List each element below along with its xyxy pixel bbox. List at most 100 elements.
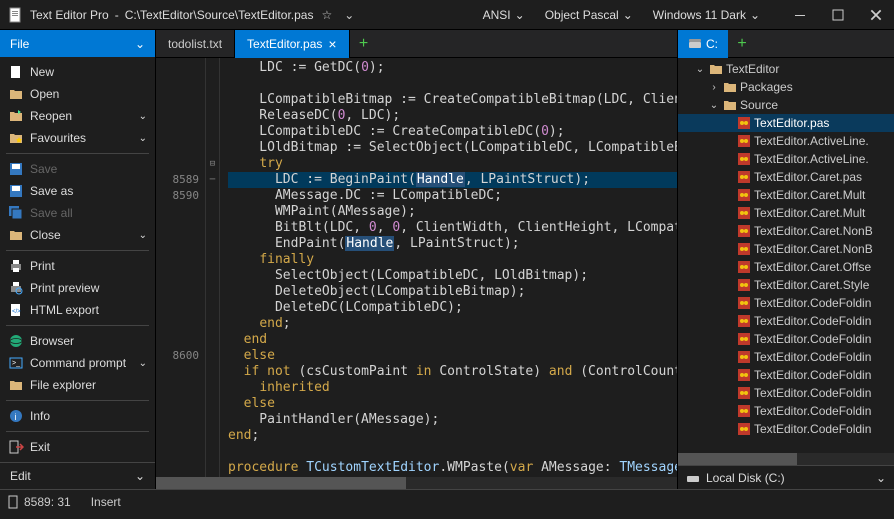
menu-item-browser[interactable]: Browser: [0, 330, 155, 352]
code-view[interactable]: 8589859086008610 ⊟─⊟─ LDC := GetDC(0); L…: [156, 58, 677, 477]
document-icon: [8, 495, 20, 509]
menu-item-close[interactable]: Close⌄: [0, 224, 155, 246]
svg-text:i: i: [15, 412, 17, 422]
menu-item-favourites[interactable]: Favourites⌄: [0, 127, 155, 149]
menu-item-save: Save: [0, 158, 155, 180]
drive-selector[interactable]: Local Disk (C:) ⌄: [678, 465, 894, 489]
exit-icon: [8, 439, 24, 455]
editor-tab[interactable]: TextEditor.pas×: [235, 30, 350, 58]
pas-file-icon: [736, 116, 752, 130]
status-mode[interactable]: Insert: [91, 495, 121, 509]
file-tree[interactable]: ⌄TextEditor›Packages⌄SourceTextEditor.pa…: [678, 58, 894, 453]
close-icon: [8, 227, 24, 243]
tree-expand-icon[interactable]: ⌄: [708, 100, 720, 111]
file-menu-header[interactable]: File ⌄: [0, 30, 155, 57]
chevron-down-icon: ⌄: [876, 471, 886, 485]
pas-file-icon: [736, 134, 752, 148]
chevron-down-icon: ⌄: [750, 8, 760, 22]
menu-item-open[interactable]: Open: [0, 83, 155, 105]
tree-file[interactable]: TextEditor.Caret.NonB: [678, 240, 894, 258]
menu-item-new[interactable]: New: [0, 61, 155, 83]
folder-icon: [722, 98, 738, 112]
pas-file-icon: [736, 206, 752, 220]
editor-tab[interactable]: todolist.txt: [156, 30, 235, 58]
favourites-icon: [8, 130, 24, 146]
tree-file[interactable]: TextEditor.Caret.pas: [678, 168, 894, 186]
encoding-combo[interactable]: ANSI⌄: [483, 8, 525, 22]
pas-file-icon: [736, 296, 752, 310]
menu-item-print[interactable]: Print: [0, 255, 155, 277]
tree-file[interactable]: TextEditor.CodeFoldin: [678, 420, 894, 438]
statusbar: 8589: 31 Insert: [0, 489, 894, 513]
menu-item-cmd[interactable]: >_Command prompt⌄: [0, 352, 155, 374]
tree-file[interactable]: TextEditor.Caret.Style: [678, 276, 894, 294]
add-tab-button[interactable]: +: [350, 35, 378, 53]
chevron-down-icon: ⌄: [139, 133, 147, 144]
tree-file[interactable]: TextEditor.ActiveLine.: [678, 132, 894, 150]
right-panel: C: + ⌄TextEditor›Packages⌄SourceTextEdit…: [677, 30, 894, 489]
tree-file[interactable]: TextEditor.CodeFoldin: [678, 366, 894, 384]
file-menu-label: File: [10, 37, 29, 51]
editor-area: todolist.txtTextEditor.pas× + 8589859086…: [156, 30, 677, 489]
tree-file[interactable]: TextEditor.pas: [678, 114, 894, 132]
pas-file-icon: [736, 314, 752, 328]
app-icon: [8, 7, 24, 23]
star-icon[interactable]: ☆: [321, 8, 332, 22]
tree-file[interactable]: TextEditor.CodeFoldin: [678, 348, 894, 366]
editor-hscrollbar[interactable]: [156, 477, 677, 489]
menu-item-reopen[interactable]: Reopen⌄: [0, 105, 155, 127]
tree-hscrollbar[interactable]: [678, 453, 894, 465]
menu-item-printpreview[interactable]: Print preview: [0, 277, 155, 299]
menu-item-explorer[interactable]: File explorer: [0, 374, 155, 396]
menu-item-info[interactable]: iInfo: [0, 405, 155, 427]
tree-folder[interactable]: ›Packages: [678, 78, 894, 96]
tree-file[interactable]: TextEditor.Caret.Offse: [678, 258, 894, 276]
theme-combo[interactable]: Windows 11 Dark⌄: [653, 8, 760, 22]
close-button[interactable]: [866, 5, 886, 25]
cmd-icon: >_: [8, 355, 24, 371]
close-tab-icon[interactable]: ×: [328, 36, 336, 52]
tree-expand-icon[interactable]: ⌄: [694, 64, 706, 75]
drive-tab[interactable]: C:: [678, 30, 728, 58]
tree-file[interactable]: TextEditor.Caret.Mult: [678, 204, 894, 222]
svg-text:>_: >_: [12, 360, 20, 367]
code-content[interactable]: LDC := GetDC(0); LCompatibleBitmap := Cr…: [220, 58, 677, 477]
fold-column[interactable]: ⊟─⊟─: [206, 58, 220, 477]
title-dropdown-icon[interactable]: ⌄: [344, 8, 354, 22]
tree-folder[interactable]: ⌄Source: [678, 96, 894, 114]
maximize-button[interactable]: [828, 5, 848, 25]
minimize-button[interactable]: [790, 5, 810, 25]
tree-file[interactable]: TextEditor.CodeFoldin: [678, 330, 894, 348]
title-sep: -: [115, 8, 119, 22]
add-drive-tab-button[interactable]: +: [728, 35, 756, 53]
pas-file-icon: [736, 404, 752, 418]
menu-item-htmlexport[interactable]: </>HTML export: [0, 299, 155, 321]
tree-file[interactable]: TextEditor.CodeFoldin: [678, 312, 894, 330]
tree-file[interactable]: TextEditor.ActiveLine.: [678, 150, 894, 168]
drive-footer-label: Local Disk (C:): [706, 471, 785, 485]
file-path: C:\TextEditor\Source\TextEditor.pas: [125, 8, 314, 22]
language-combo[interactable]: Object Pascal⌄: [545, 8, 633, 22]
editor-tabbar: todolist.txtTextEditor.pas× +: [156, 30, 677, 58]
htmlexport-icon: </>: [8, 302, 24, 318]
pas-file-icon: [736, 242, 752, 256]
file-menu-list: NewOpenReopen⌄Favourites⌄SaveSave asSave…: [0, 57, 155, 462]
tree-file[interactable]: TextEditor.Caret.Mult: [678, 186, 894, 204]
line-gutter: 8589859086008610: [156, 58, 206, 477]
chevron-down-icon: ⌄: [135, 469, 145, 483]
menu-item-exit[interactable]: Exit: [0, 436, 155, 458]
tree-file[interactable]: TextEditor.CodeFoldin: [678, 294, 894, 312]
pas-file-icon: [736, 224, 752, 238]
chevron-down-icon: ⌄: [135, 37, 145, 51]
tree-folder[interactable]: ⌄TextEditor: [678, 60, 894, 78]
tree-file[interactable]: TextEditor.Caret.NonB: [678, 222, 894, 240]
titlebar: Text Editor Pro - C:\TextEditor\Source\T…: [0, 0, 894, 30]
menu-item-saveas[interactable]: Save as: [0, 180, 155, 202]
tree-file[interactable]: TextEditor.CodeFoldin: [678, 402, 894, 420]
svg-text:</>: </>: [12, 309, 21, 315]
edit-menu-label: Edit: [10, 469, 31, 483]
tree-expand-icon[interactable]: ›: [708, 82, 720, 93]
edit-menu-header[interactable]: Edit ⌄: [0, 463, 155, 489]
chevron-down-icon: ⌄: [139, 111, 147, 122]
tree-file[interactable]: TextEditor.CodeFoldin: [678, 384, 894, 402]
